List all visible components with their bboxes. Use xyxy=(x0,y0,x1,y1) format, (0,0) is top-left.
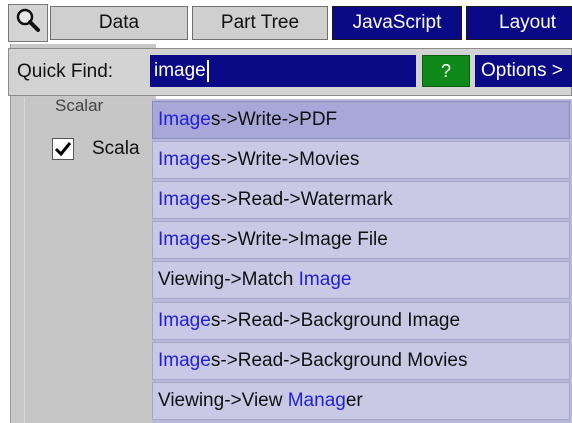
left-edge xyxy=(0,44,10,423)
result-prefix: Viewing->Match xyxy=(158,269,299,290)
result-item[interactable]: Viewing->View Manager xyxy=(152,382,570,420)
result-match: Image xyxy=(158,109,211,130)
result-text: s->Read->Background Image xyxy=(210,310,461,331)
result-text: s->Read->Watermark xyxy=(210,189,393,210)
tab-bar: Data Part Tree JavaScript Layout xyxy=(0,0,572,44)
result-match: Image xyxy=(158,229,211,250)
result-text: s->Read->Background Movies xyxy=(210,350,468,371)
result-match: Image xyxy=(158,149,211,170)
result-item[interactable]: Images->Read->Background Image xyxy=(152,302,570,340)
tab-layout-label: Layout xyxy=(499,12,557,33)
result-text: s->Write->PDF xyxy=(210,109,338,130)
checkmark-icon xyxy=(54,142,72,157)
tab-data-label: Data xyxy=(98,12,140,33)
result-match: Image xyxy=(298,269,352,290)
tab-javascript[interactable]: JavaScript xyxy=(332,6,462,40)
text-caret xyxy=(206,59,209,82)
result-item[interactable]: Images->Write->Movies xyxy=(152,141,570,179)
scalar-checkbox-label: Scala xyxy=(92,138,140,159)
help-button[interactable]: ? xyxy=(422,55,470,87)
quick-find-input[interactable]: image xyxy=(150,55,416,87)
help-button-label: ? xyxy=(440,60,451,81)
quick-find-toggle-button[interactable] xyxy=(8,4,48,42)
tab-layout[interactable]: Layout xyxy=(466,6,572,40)
result-item[interactable]: Viewing->Match Image xyxy=(152,261,570,299)
options-button-label: Options > xyxy=(481,60,563,81)
result-prefix: Viewing->View xyxy=(158,390,288,411)
result-item[interactable]: Images->Write->Image File xyxy=(152,221,570,259)
tab-javascript-label: JavaScript xyxy=(352,12,442,33)
result-text: s->Write->Movies xyxy=(210,149,360,170)
tab-data[interactable]: Data xyxy=(50,6,188,40)
result-item[interactable]: Images->Write->PDF xyxy=(152,101,570,139)
quick-find-value: image xyxy=(154,60,206,81)
magnifier-icon xyxy=(15,7,41,39)
tab-part-tree-label: Part Tree xyxy=(220,12,300,33)
result-match: Image xyxy=(158,310,211,331)
result-item[interactable]: Images->Read->Background Movies xyxy=(152,342,570,380)
result-item[interactable]: Images->Read->Watermark xyxy=(152,181,570,219)
result-match: Image xyxy=(158,350,211,371)
options-button[interactable]: Options > xyxy=(475,55,572,87)
result-text: s->Write->Image File xyxy=(210,229,388,250)
tab-part-tree[interactable]: Part Tree xyxy=(192,6,328,40)
quick-find-bar: Quick Find: image ? Options > xyxy=(8,48,572,96)
result-match: Manag xyxy=(287,390,346,411)
quick-find-results: Images->Write->PDF Images->Write->Movies… xyxy=(152,99,572,423)
result-match: Image xyxy=(158,189,211,210)
quick-find-label: Quick Find: xyxy=(17,61,114,82)
result-text: er xyxy=(345,390,363,411)
app-frame: Data Part Tree JavaScript Layout Scalar … xyxy=(0,0,572,423)
partially-hidden-label: Scalar xyxy=(55,96,104,115)
scalar-checkbox[interactable] xyxy=(52,138,74,160)
